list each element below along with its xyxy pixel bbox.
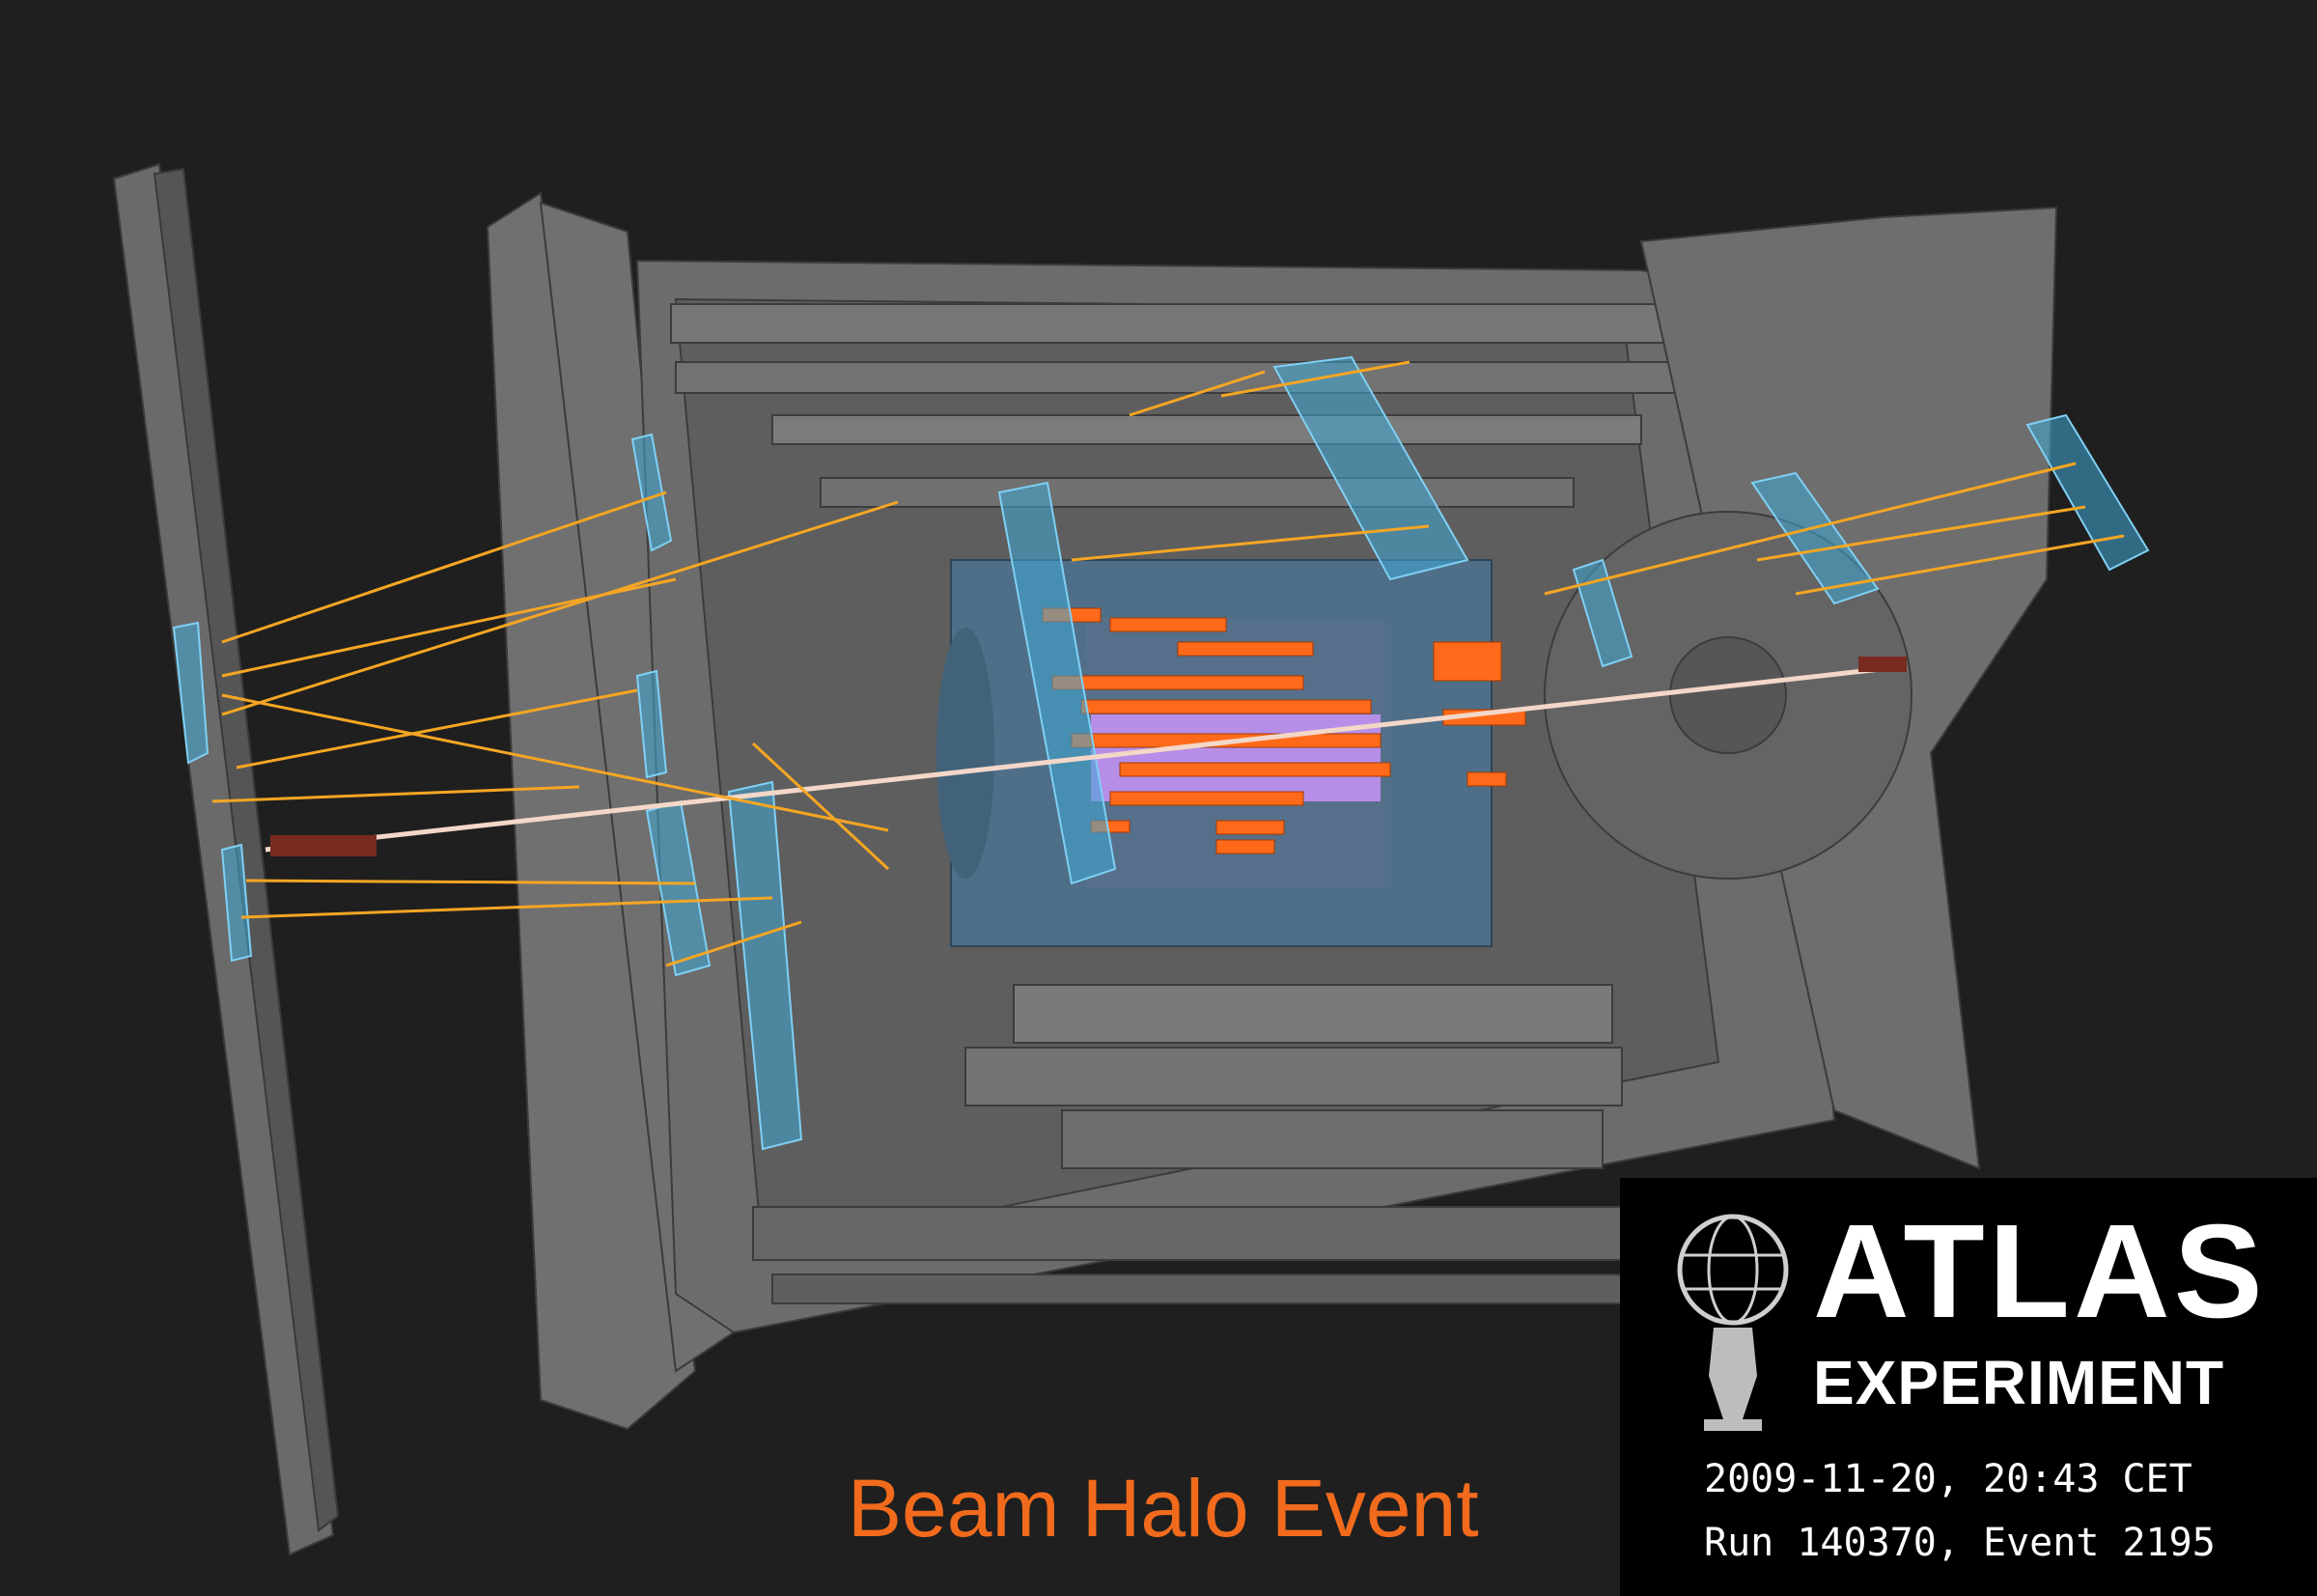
atlas-subtitle: EXPERIMENT <box>1813 1348 2225 1417</box>
event-run-number: Run 140370, Event 2195 <box>1704 1521 2216 1565</box>
atlas-title: ATLAS <box>1813 1197 2267 1346</box>
event-caption: Beam Halo Event <box>848 1463 1479 1554</box>
event-datetime: 2009-11-20, 20:43 CET <box>1704 1457 2192 1501</box>
atlas-figure-globe-icon <box>1677 1214 1789 1431</box>
